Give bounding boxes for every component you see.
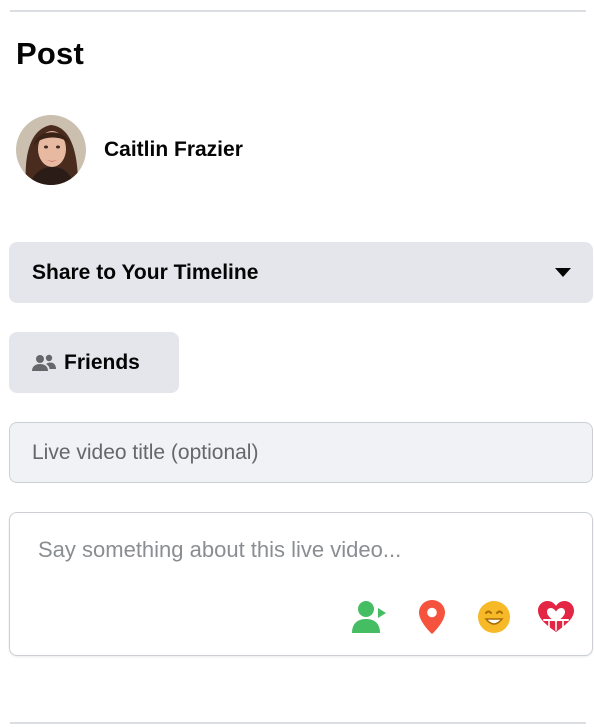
section-title: Post — [16, 36, 84, 71]
bottom-divider — [10, 722, 586, 724]
audience-selector-button[interactable]: Friends — [9, 332, 179, 393]
feeling-emoji-icon[interactable] — [475, 598, 513, 636]
audience-label: Friends — [64, 350, 140, 374]
friends-icon — [32, 354, 56, 371]
tag-people-icon[interactable] — [351, 598, 389, 636]
top-divider — [10, 10, 586, 12]
description-box — [9, 512, 593, 656]
avatar[interactable] — [16, 115, 86, 185]
composer-tools — [351, 598, 575, 636]
author-name[interactable]: Caitlin Frazier — [104, 138, 243, 162]
avatar-photo — [16, 115, 86, 185]
live-video-title-input[interactable] — [9, 422, 593, 483]
share-destination-label: Share to Your Timeline — [32, 260, 259, 284]
live-video-description-input[interactable] — [38, 537, 558, 571]
location-pin-icon[interactable] — [413, 598, 451, 636]
caret-down-icon — [555, 268, 571, 277]
author-row: Caitlin Frazier — [16, 114, 243, 186]
support-heart-icon[interactable] — [537, 598, 575, 636]
share-destination-dropdown[interactable]: Share to Your Timeline — [9, 242, 593, 303]
